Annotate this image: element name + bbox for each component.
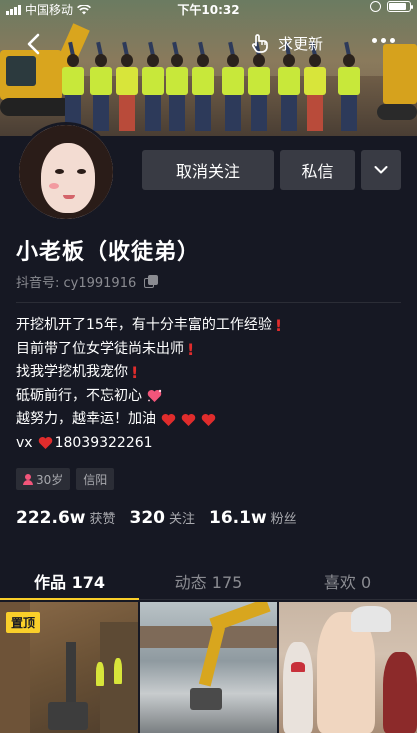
- status-time: 下午10:32: [177, 3, 240, 17]
- worker-figure: [222, 41, 244, 134]
- chevron-down-icon: [374, 166, 388, 174]
- orientation-lock-icon: [370, 1, 381, 12]
- following-stat[interactable]: 320 关注: [130, 508, 196, 528]
- heart-icon: [201, 413, 216, 427]
- unfollow-button[interactable]: 取消关注: [142, 150, 274, 190]
- profile-name: 小老板（收徒弟）: [16, 240, 201, 265]
- likes-stat: 222.6w 获赞: [16, 508, 116, 528]
- bio-line: 找我学挖机我宠你 !: [16, 361, 282, 385]
- video-grid: 置顶: [0, 602, 417, 733]
- bio-line: vx 18039322261: [16, 434, 153, 451]
- more-icon: [372, 38, 377, 43]
- hand-point-icon: [252, 34, 268, 53]
- bio-line: 开挖机开了15年，有十分丰富的工作经验 !: [16, 314, 282, 338]
- followers-stat[interactable]: 16.1w 粉丝: [209, 508, 297, 528]
- age-tag: 30岁: [16, 468, 71, 490]
- worker-figure: [116, 41, 138, 134]
- exclamation-icon: !: [274, 316, 283, 335]
- sparkling-heart-icon: [147, 389, 162, 403]
- worker-figure: [304, 41, 326, 134]
- exclamation-icon: !: [131, 363, 139, 382]
- pinned-badge: 置顶: [6, 612, 41, 633]
- douyin-id-label: 抖音号: cy1991916: [16, 276, 137, 291]
- heart-icon: [38, 436, 53, 450]
- video-thumbnail[interactable]: [279, 602, 417, 733]
- city-tag: 信阳: [76, 468, 115, 490]
- stats: 222.6w 获赞 320 关注 16.1w 粉丝: [16, 508, 297, 528]
- more-button[interactable]: [372, 38, 395, 43]
- bio-line: 越努力，越幸运！加油: [16, 408, 282, 432]
- worker-figure: [192, 41, 214, 134]
- heart-icon: [181, 413, 196, 427]
- worker-figure: [142, 41, 164, 134]
- battery-icon: [387, 1, 413, 12]
- douyin-id: 抖音号: cy1991916: [16, 272, 159, 291]
- worker-figure: [248, 41, 270, 134]
- worker-figure: [278, 41, 300, 134]
- exclamation-icon: !: [187, 339, 195, 359]
- video-thumbnail[interactable]: [139, 602, 278, 733]
- bio-line: 目前带了位女学徒尚未出师 !: [16, 338, 282, 362]
- divider: [16, 302, 401, 303]
- worker-figure: [90, 41, 112, 134]
- tab-works[interactable]: 作品 174: [0, 558, 139, 599]
- status-bar: 中国移动 下午10:32: [0, 0, 417, 18]
- bio: 开挖机开了15年，有十分丰富的工作经验 ! 目前带了位女学徒尚未出师 ! 找我学…: [16, 314, 282, 455]
- cover-banner: [0, 0, 417, 136]
- dropdown-button[interactable]: [361, 150, 401, 190]
- back-icon: [27, 33, 40, 55]
- avatar[interactable]: [16, 122, 116, 222]
- tab-moments[interactable]: 动态 175: [139, 558, 278, 599]
- profile-tags: 30岁 信阳: [16, 468, 115, 490]
- worker-figure: [338, 41, 360, 134]
- worker-figure: [166, 41, 188, 134]
- person-icon: [23, 473, 33, 485]
- message-button[interactable]: 私信: [280, 150, 355, 190]
- tab-likes[interactable]: 喜欢 0: [278, 558, 417, 599]
- ask-update-label: 求更新: [278, 34, 324, 53]
- heart-icon: [161, 413, 176, 427]
- copy-icon[interactable]: [144, 274, 159, 289]
- ask-update-button[interactable]: 求更新: [250, 32, 323, 54]
- tab-indicator: [0, 598, 139, 600]
- bio-line: 砥砺前行，不忘初心: [16, 385, 282, 409]
- video-thumbnail[interactable]: 置顶: [0, 602, 138, 733]
- content-tabs: 作品 174 动态 175 喜欢 0: [0, 558, 417, 600]
- back-button[interactable]: [20, 30, 48, 58]
